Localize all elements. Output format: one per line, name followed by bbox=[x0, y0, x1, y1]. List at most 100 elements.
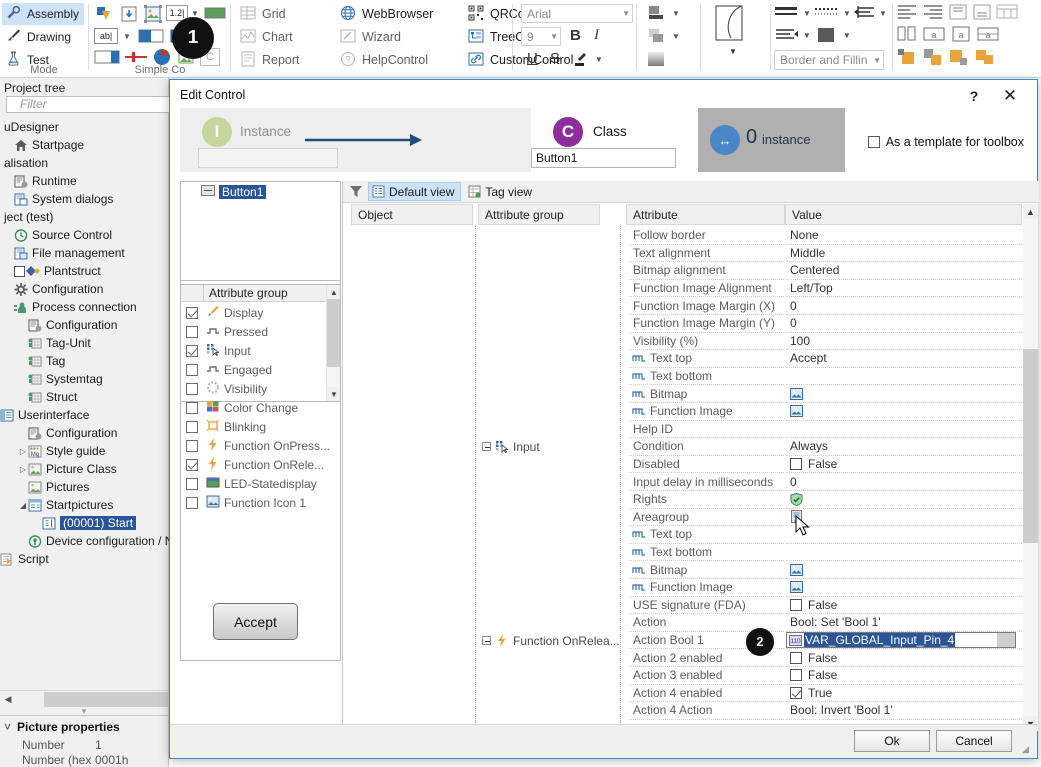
attribute-row[interactable]: Action 3 enabled bbox=[629, 667, 784, 685]
class-name-input[interactable]: Button1 bbox=[531, 148, 676, 168]
picture-properties-header[interactable]: ˅ Picture properties bbox=[4, 720, 120, 734]
group-icon-4[interactable] bbox=[974, 48, 996, 66]
attribute-row[interactable]: Text bottom bbox=[629, 544, 784, 562]
attribute-row[interactable]: Function Image Margin (Y) bbox=[629, 315, 784, 333]
attribute-row[interactable]: Text top bbox=[629, 350, 784, 368]
font-size-combo[interactable]: 9 ▼ bbox=[521, 27, 561, 46]
attribute-group-checkbox[interactable] bbox=[186, 439, 198, 452]
group-icon-3[interactable] bbox=[948, 48, 970, 66]
align-left-icon[interactable] bbox=[896, 4, 918, 20]
funnel-icon[interactable] bbox=[348, 184, 364, 200]
attribute-group-row[interactable]: Visibility bbox=[181, 379, 326, 398]
send-backward-icon[interactable] bbox=[647, 28, 667, 44]
control-helpcontrol[interactable]: ? HelpControl bbox=[340, 49, 428, 71]
attribute-row[interactable]: Follow border bbox=[629, 227, 784, 245]
scroll-down-icon-ag[interactable]: ▼ bbox=[327, 387, 341, 401]
group-icon-2[interactable] bbox=[922, 48, 944, 66]
attribute-row[interactable]: Text alignment bbox=[629, 245, 784, 263]
cancel-button[interactable]: Cancel bbox=[936, 730, 1012, 752]
attribute-row[interactable]: USE signature (FDA) bbox=[629, 597, 784, 615]
tree-item-udesigner[interactable]: uDesigner bbox=[0, 118, 169, 136]
italic-button[interactable]: I bbox=[594, 27, 599, 44]
image-frame-icon[interactable] bbox=[142, 4, 164, 24]
attribute-row[interactable]: Bitmap bbox=[629, 385, 784, 403]
attribute-row[interactable]: Areagroup bbox=[629, 509, 784, 527]
attribute-group-node[interactable]: Function OnRelea... bbox=[482, 632, 620, 650]
chevron-down-icon-shape[interactable]: ▼ bbox=[728, 46, 738, 56]
control-chart[interactable]: Chart bbox=[240, 26, 293, 48]
tree-item-picture-class[interactable]: ▷ Picture Class bbox=[0, 460, 169, 478]
attribute-row[interactable]: Text bottom bbox=[629, 368, 784, 386]
attribute-value-cell[interactable]: Bool: Invert 'Bool 1' bbox=[786, 702, 1024, 720]
column-header-object[interactable]: Object bbox=[351, 204, 473, 225]
attribute-value-cell[interactable]: 0 bbox=[786, 297, 1024, 315]
tree-item-alisation[interactable]: alisation bbox=[0, 154, 169, 172]
attribute-table-scrollbar[interactable]: ▲ ▼ bbox=[1023, 204, 1038, 731]
attribute-value-cell[interactable]: Bool: Set 'Bool 1' bbox=[786, 614, 1024, 632]
underline-button[interactable]: U bbox=[527, 50, 538, 67]
bitmap-thumbnail-icon[interactable] bbox=[790, 581, 803, 594]
tab-tag-view[interactable]: Tag view bbox=[465, 182, 538, 201]
attribute-group-row[interactable]: Display bbox=[181, 303, 326, 322]
attribute-row[interactable]: Action 4 Action bbox=[629, 702, 784, 720]
column-header-attribute-group[interactable]: Attribute group bbox=[478, 204, 600, 225]
template-toolbox-checkbox[interactable]: As a template for toolbox bbox=[867, 135, 1024, 149]
value-checkbox[interactable] bbox=[790, 669, 802, 682]
bitmap-thumbnail-icon[interactable] bbox=[790, 387, 803, 400]
tree-horizontal-scrollbar[interactable]: ◀ bbox=[0, 690, 168, 707]
tree-item-startpage[interactable]: Startpage bbox=[0, 136, 169, 154]
value-checkbox[interactable] bbox=[790, 598, 802, 611]
collapse-icon[interactable] bbox=[482, 442, 491, 452]
attribute-value-cell-editing[interactable] bbox=[786, 632, 1024, 650]
attribute-group-checkbox[interactable] bbox=[186, 496, 198, 509]
column-header-value[interactable]: Value bbox=[785, 204, 1022, 225]
attribute-value-cell[interactable]: Left/Top bbox=[786, 280, 1024, 298]
tree-item-startpictures[interactable]: ◢ Startpictures bbox=[0, 496, 169, 514]
chevron-down-icon-2[interactable]: ▼ bbox=[122, 31, 132, 41]
chevron-down-icon-linestyle[interactable]: ▼ bbox=[842, 8, 852, 18]
bring-forward-icon[interactable] bbox=[647, 5, 667, 21]
attribute-row[interactable]: Condition bbox=[629, 438, 784, 456]
collapse-icon[interactable] bbox=[482, 636, 491, 646]
attribute-value-cell[interactable]: Centered bbox=[786, 262, 1024, 280]
scroll-thumb-horizontal[interactable] bbox=[44, 692, 168, 707]
text-box-a-icon-3[interactable]: a bbox=[976, 26, 1000, 42]
attribute-value-cell[interactable] bbox=[786, 385, 1024, 403]
attribute-value-cell[interactable] bbox=[786, 579, 1024, 597]
attribute-row[interactable]: Function Image Margin (X) bbox=[629, 297, 784, 315]
attribute-group-row[interactable]: Function OnPress... bbox=[181, 436, 330, 455]
object-list[interactable]: Button1 bbox=[180, 181, 341, 281]
tab-default-view[interactable]: Default view bbox=[368, 182, 462, 201]
tree-item-systemtag[interactable]: Systemtag bbox=[0, 370, 169, 388]
text-box-a-icon-2[interactable]: a bbox=[950, 26, 972, 42]
attribute-group-checkbox[interactable] bbox=[186, 458, 198, 471]
line-style-icon[interactable] bbox=[814, 5, 840, 19]
project-tree[interactable]: uDesigner Startpage alisation Runtime System… bbox=[0, 118, 180, 568]
mode-item-assembly[interactable]: Assembly bbox=[2, 3, 84, 25]
attribute-group-checkbox[interactable] bbox=[186, 382, 198, 395]
chevron-down-icon-line[interactable]: ▼ bbox=[802, 8, 812, 18]
value-checkbox[interactable] bbox=[790, 686, 802, 699]
attribute-group-checkbox[interactable] bbox=[186, 477, 198, 490]
tree-item-ject-test[interactable]: ject (test) bbox=[0, 208, 169, 226]
attribute-value-cell[interactable]: Always bbox=[786, 438, 1024, 456]
chevron-down-icon-arrow[interactable]: ▼ bbox=[878, 8, 888, 18]
scroll-thumb-ag[interactable] bbox=[327, 299, 341, 367]
bitmap-thumbnail-icon[interactable] bbox=[790, 563, 803, 576]
tree-item-configuration[interactable]: Configuration bbox=[0, 316, 169, 334]
attribute-value-cell[interactable]: 0 bbox=[786, 473, 1024, 491]
attribute-row[interactable]: Function Image bbox=[629, 403, 784, 421]
fill-color-icon[interactable] bbox=[816, 26, 838, 44]
help-icon[interactable]: ? bbox=[963, 86, 985, 106]
attribute-group-checkbox[interactable] bbox=[186, 363, 198, 376]
shape-corner-icon[interactable] bbox=[712, 4, 752, 42]
window-icon[interactable] bbox=[118, 4, 140, 24]
align-top-icon[interactable] bbox=[948, 4, 968, 20]
attribute-group-row[interactable]: Function Icon 1 bbox=[181, 493, 326, 512]
object-list-item[interactable]: Button1 bbox=[201, 185, 267, 199]
attribute-row[interactable]: Bitmap bbox=[629, 561, 784, 579]
scroll-thumb-table[interactable] bbox=[1023, 349, 1038, 543]
attribute-value-cell[interactable]: 0 bbox=[786, 315, 1024, 333]
resize-grip-icon[interactable]: ◢ bbox=[1022, 744, 1034, 756]
attribute-value-cell[interactable]: None bbox=[786, 227, 1024, 245]
